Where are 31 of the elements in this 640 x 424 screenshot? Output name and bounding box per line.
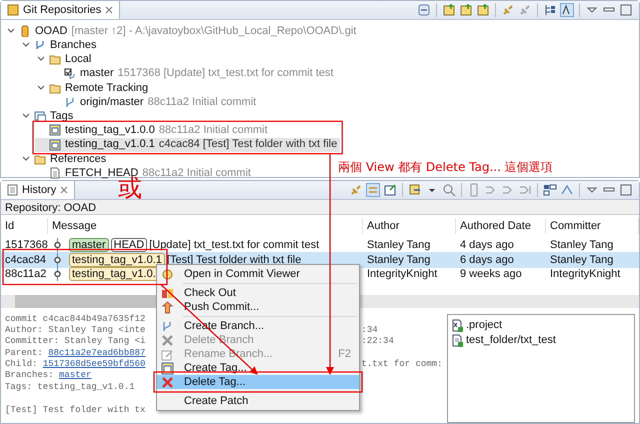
table-cell-text: Stanley Tang <box>367 238 430 253</box>
table-cell-text: 4 days ago <box>460 238 514 253</box>
table-cell-text: Stanley Tang <box>550 252 614 268</box>
table-cell-text: IntegrityKnight <box>550 267 620 282</box>
view-title: History <box>22 182 56 198</box>
table-cell-text: 6 days ago <box>460 252 514 268</box>
table-cell-text: IntegrityKnight <box>367 267 438 282</box>
annotation-text: 或 <box>118 176 142 200</box>
annotation-text: 兩個 View 都有 Delete Tag... 這個選項 <box>338 159 553 176</box>
detail-label: Child: <box>5 359 38 370</box>
table-cell-text: 9 weeks ago <box>460 267 522 282</box>
ref-label: HEAD <box>110 238 148 252</box>
repository-label: Repository: OOAD <box>5 202 96 214</box>
detail-text: :22:34 <box>361 336 394 346</box>
detail-text: commit c4cac844b49a7635f12 <box>5 314 146 324</box>
detail-label: Parent: <box>5 348 44 358</box>
table-cell-text: Stanley Tang <box>367 252 430 268</box>
table-cell-text: Stanley Tang <box>550 238 614 253</box>
detail-text: Author: Stanley Tang <inte <box>5 324 146 335</box>
detail-text: Committer: Stanley Tang <i <box>5 336 146 346</box>
detail-text: [Test] Test folder with tx <box>5 404 146 415</box>
view-title: Git Repositories <box>23 2 102 18</box>
detail-text: t.txt for comm: <box>361 359 442 370</box>
table-cell-text: [Update] txt_test.txt for commit test <box>149 238 320 253</box>
ref-label: master <box>69 238 109 252</box>
ref-label: testing_tag_v1.0. <box>69 267 159 282</box>
detail-text: :34 <box>361 324 378 335</box>
detail-label: Branches: <box>5 370 55 380</box>
ref-label: testing_tag_v1.0.1 <box>69 252 165 267</box>
detail-text: Tags: testing_tag_v1.0.1 <box>5 382 135 392</box>
table-cell-text: [Test] Test folder with txt file <box>166 252 302 268</box>
